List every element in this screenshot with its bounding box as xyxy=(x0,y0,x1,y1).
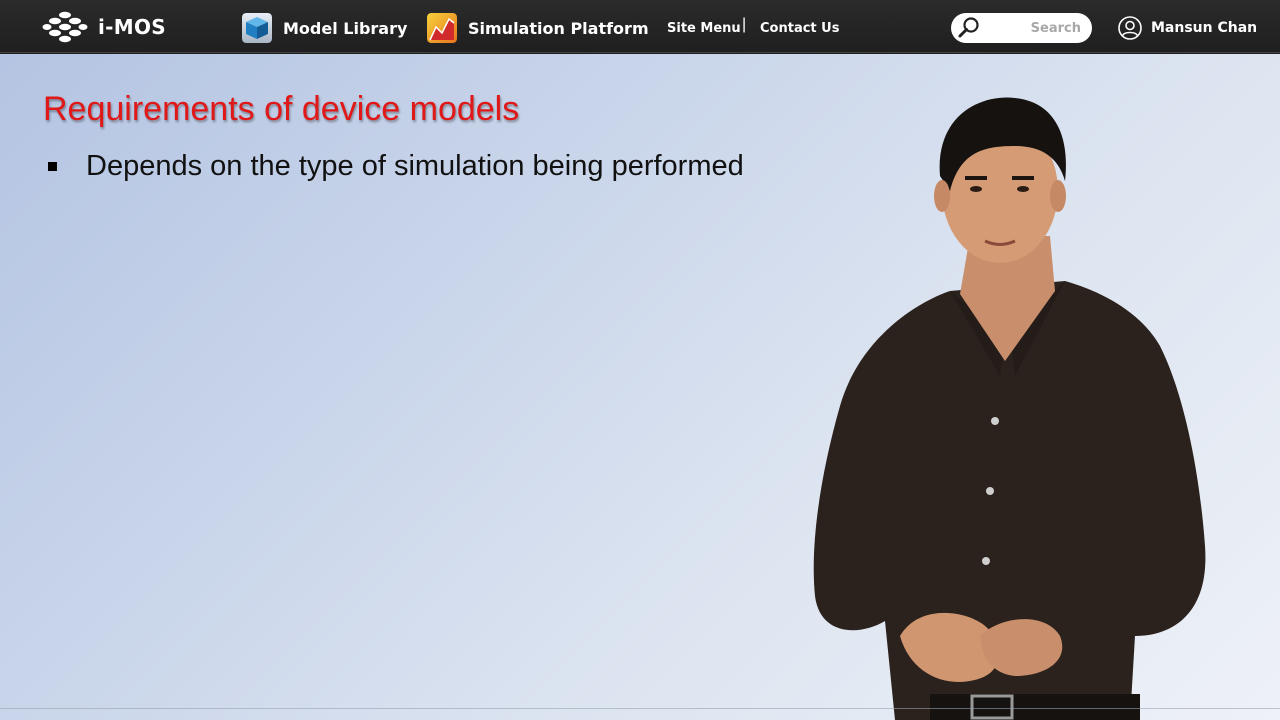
site-menu-link[interactable]: Site Menu xyxy=(667,18,741,38)
top-navbar: i-MOS Model Library Simulation Platform … xyxy=(0,0,1280,53)
cube-icon xyxy=(242,13,272,43)
user-avatar-icon xyxy=(1118,16,1142,40)
imos-logo-icon xyxy=(42,11,88,43)
user-account-menu[interactable]: Mansun Chan xyxy=(1118,15,1257,41)
user-name: Mansun Chan xyxy=(1151,20,1258,36)
brand-home-link[interactable]: i-MOS xyxy=(42,10,166,44)
slide-title: Requirements of device models xyxy=(43,90,520,128)
bullet-square-icon xyxy=(48,162,57,171)
bullet-item: Depends on the type of simulation being … xyxy=(48,150,744,183)
nav-model-library-label: Model Library xyxy=(283,18,408,38)
search-box[interactable] xyxy=(951,13,1092,43)
brand-name: i-MOS xyxy=(98,15,166,39)
nav-simulation-platform[interactable]: Simulation Platform xyxy=(427,12,649,44)
contact-us-link[interactable]: Contact Us xyxy=(760,18,839,38)
nav-model-library[interactable]: Model Library xyxy=(242,12,407,44)
bottom-divider xyxy=(0,708,1280,709)
chart-icon xyxy=(427,13,457,43)
nav-separator: | xyxy=(742,16,747,33)
bullet-text: Depends on the type of simulation being … xyxy=(86,150,744,182)
search-icon[interactable] xyxy=(957,16,981,40)
lecture-slide: Requirements of device models Depends on… xyxy=(0,54,1280,720)
search-input[interactable] xyxy=(991,20,1081,36)
nav-simulation-platform-label: Simulation Platform xyxy=(468,18,649,38)
presenter-video xyxy=(813,97,1206,720)
